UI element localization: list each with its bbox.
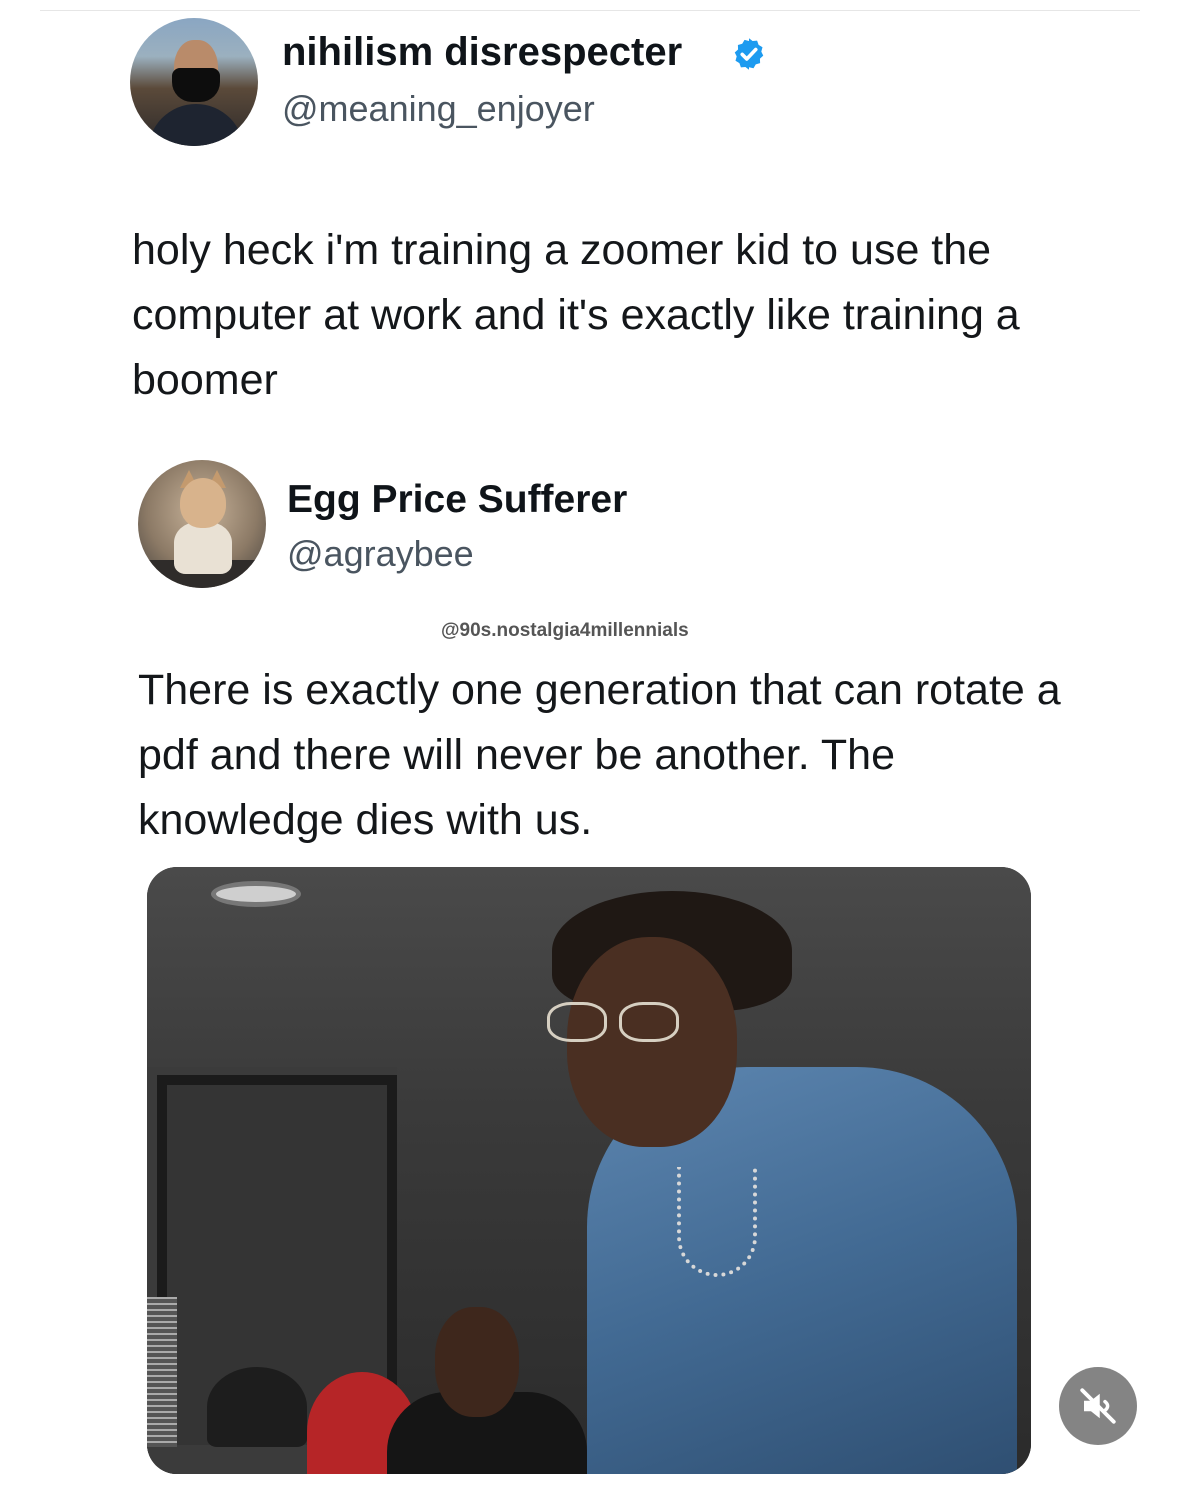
tweet-text: There is exactly one generation that can… xyxy=(138,666,1061,844)
display-name[interactable]: Egg Price Sufferer xyxy=(287,478,627,522)
glasses-lens xyxy=(619,1002,679,1042)
muted-speaker-icon xyxy=(1080,1388,1116,1424)
tweet-text: holy heck i'm training a zoomer kid to u… xyxy=(132,226,1020,404)
tweet-photo[interactable] xyxy=(147,867,1031,1474)
avatar-nihilism-disrespecter[interactable] xyxy=(130,18,258,146)
avatar-dog-body xyxy=(174,522,232,574)
background-person xyxy=(207,1367,307,1447)
man-head xyxy=(567,937,737,1147)
watermark: @90s.nostalgia4millennials xyxy=(441,620,689,641)
equipment-rack xyxy=(147,1297,177,1447)
necklace xyxy=(677,1167,757,1277)
mute-button[interactable] xyxy=(1059,1367,1137,1445)
glasses-lens xyxy=(547,1002,607,1042)
avatar-body xyxy=(148,104,244,146)
post-screenshot: nihilism disrespecter @meaning_enjoyer h… xyxy=(0,0,1179,1491)
avatar-egg-price-sufferer[interactable] xyxy=(138,460,266,588)
handle[interactable]: @meaning_enjoyer xyxy=(282,88,595,130)
foreground-person-head xyxy=(435,1307,519,1417)
avatar-dog-head xyxy=(180,478,226,528)
divider xyxy=(40,10,1140,11)
ceiling-light xyxy=(211,881,301,907)
handle[interactable]: @agraybee xyxy=(287,533,474,575)
avatar-mask xyxy=(172,68,220,102)
verified-badge-icon xyxy=(734,38,764,70)
display-name[interactable]: nihilism disrespecter xyxy=(282,30,682,75)
